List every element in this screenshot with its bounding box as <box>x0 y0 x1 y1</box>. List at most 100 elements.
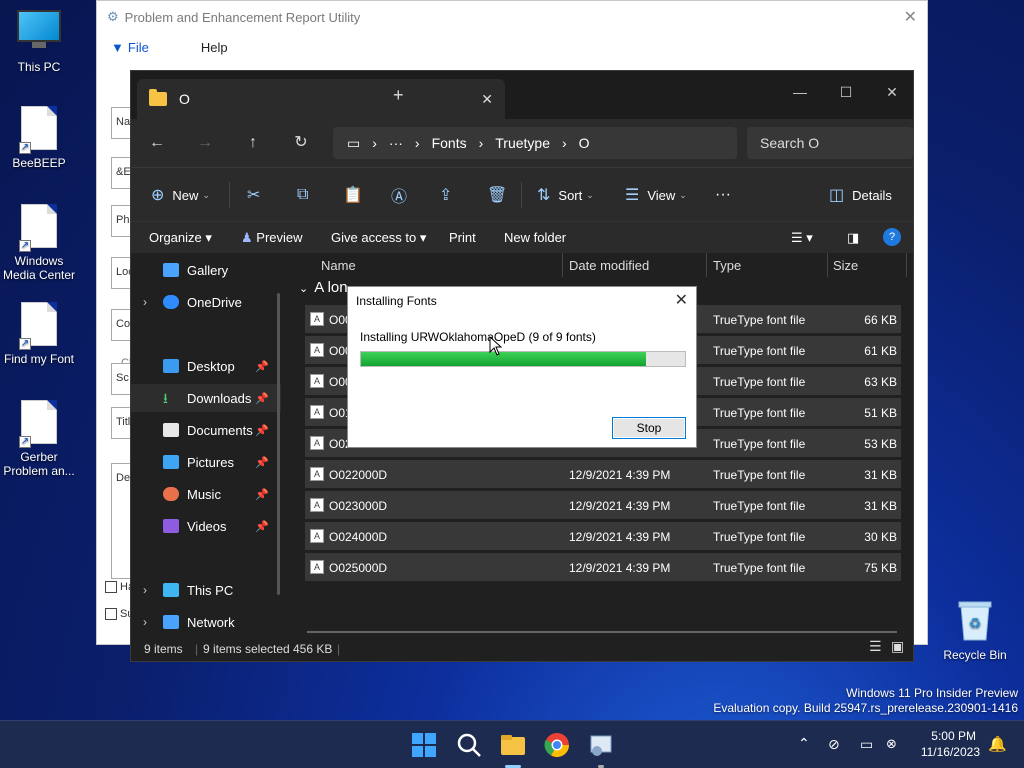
sort-button[interactable]: ⇅ Sort ⌄ <box>537 183 594 207</box>
share-icon[interactable]: ⇪ <box>439 183 460 207</box>
nav-item-documents[interactable]: Documents 📌 <box>131 416 281 444</box>
file-shortcut-icon: ↗ <box>17 302 61 350</box>
table-row[interactable]: A O022000D 12/9/2021 4:39 PM TrueType font … <box>305 460 901 488</box>
chevron-up-icon[interactable]: ⌃ <box>798 735 810 752</box>
print-button[interactable]: Print <box>449 230 476 245</box>
tab-o[interactable]: O ✕ <box>137 79 505 119</box>
details-button[interactable]: ◫ Details <box>829 183 892 207</box>
nav-item-this-pc[interactable]: › This PC <box>131 576 281 604</box>
nav-item-downloads[interactable]: ⭳ Downloads 📌 <box>131 384 281 412</box>
nav-item-onedrive[interactable]: › OneDrive <box>131 288 281 316</box>
desktop-icon-label: Gerber Problem an... <box>3 450 75 478</box>
organize-button[interactable]: Organize ▾ <box>149 230 212 246</box>
desktop-icon-find-my-font[interactable]: ↗ Find my Font <box>0 302 78 366</box>
group-header[interactable]: ⌄ A lon <box>299 279 348 296</box>
copy-icon[interactable]: ⧉ <box>297 183 316 207</box>
nav-item-pictures[interactable]: Pictures 📌 <box>131 448 281 476</box>
desktop-icon-this-pc[interactable]: This PC <box>0 10 78 74</box>
cut-icon[interactable]: ✂ <box>247 183 268 207</box>
report-utility-icon[interactable] <box>587 731 615 768</box>
desktop-icon-recycle-bin[interactable]: ♻ Recycle Bin <box>936 598 1014 662</box>
file-name: O025000D <box>329 561 388 575</box>
computer-icon <box>17 10 61 56</box>
close-icon[interactable]: ✕ <box>904 7 917 27</box>
menu-file[interactable]: ▼ File <box>111 40 175 55</box>
preview-pane-icon[interactable]: ◨ <box>847 230 859 246</box>
windows-start-icon[interactable] <box>410 731 438 759</box>
give-access-button[interactable]: Give access to ▾ <box>331 230 426 246</box>
refresh-icon[interactable]: ↻ <box>289 131 313 155</box>
folder-icon <box>149 89 167 106</box>
view-options-icon[interactable]: ☰ ▾ <box>791 230 813 246</box>
details-view-icon[interactable]: ☰ <box>869 638 882 655</box>
forward-arrow-icon[interactable]: → <box>193 131 217 155</box>
file-size: 66 KB <box>864 313 897 327</box>
table-row[interactable]: A O023000D 12/9/2021 4:39 PM TrueType font … <box>305 491 901 519</box>
volume-muted-icon[interactable]: ⊗ <box>886 736 897 752</box>
column-size[interactable]: Size <box>833 258 858 273</box>
up-arrow-icon[interactable]: ↑ <box>241 131 265 155</box>
column-type[interactable]: Type <box>713 258 741 273</box>
file-type: TrueType font file <box>713 313 806 327</box>
display-icon[interactable]: ▭ <box>860 736 873 753</box>
help-icon[interactable]: ? <box>883 228 901 246</box>
preview-button[interactable]: ♟ Preview <box>241 230 303 246</box>
close-icon[interactable]: ✕ <box>675 290 688 310</box>
clock-date[interactable]: 11/16/2023 <box>912 745 980 759</box>
chrome-icon[interactable] <box>543 731 571 759</box>
breadcrumb-truetype[interactable]: Truetype <box>495 135 550 151</box>
back-arrow-icon[interactable]: ← <box>145 131 169 155</box>
clock-time[interactable]: 5:00 PM <box>920 729 976 743</box>
network-disconnected-icon[interactable]: ⊘ <box>828 736 840 753</box>
chevron-right-icon: › <box>143 615 147 629</box>
file-shortcut-icon: ↗ <box>17 400 61 448</box>
status-size: 456 KB <box>293 642 333 656</box>
view-button[interactable]: ☰ View ⌄ <box>625 183 687 207</box>
new-folder-button[interactable]: New folder <box>504 230 566 245</box>
search-icon[interactable] <box>455 731 483 759</box>
file-size: 61 KB <box>864 344 897 358</box>
tiles-view-icon[interactable]: ▣ <box>891 638 904 655</box>
new-button[interactable]: ⊕ New ⌄ <box>151 183 210 207</box>
nav-item-desktop[interactable]: Desktop 📌 <box>131 352 281 380</box>
breadcrumb-fonts[interactable]: Fonts <box>432 135 467 151</box>
file-name: O023000D <box>329 499 388 513</box>
search-input[interactable]: Search O <box>747 127 913 159</box>
file-explorer-icon[interactable] <box>499 731 527 768</box>
column-name[interactable]: Name <box>321 258 356 273</box>
more-options-icon[interactable]: ··· <box>715 183 731 207</box>
rename-icon[interactable]: Ⓐ <box>391 183 415 207</box>
file-date: 12/9/2021 4:39 PM <box>569 468 671 482</box>
maximize-button[interactable]: ☐ <box>823 77 869 107</box>
command-bar: ⊕ New ⌄ ✂ ⧉ 📋 Ⓐ ⇪ 🗑 ⇅ Sort ⌄ ☰ View ⌄ ··· ◫ Det… <box>131 167 913 221</box>
file-name: O022000D <box>329 468 388 482</box>
horizontal-scrollbar[interactable] <box>307 631 897 633</box>
monitor-icon: ▭ <box>347 134 361 151</box>
breadcrumb-more[interactable]: ··· <box>389 135 403 151</box>
table-row[interactable]: A O025000D 12/9/2021 4:39 PM TrueType font … <box>305 553 901 581</box>
address-bar[interactable]: ▭ › ··· › Fonts › Truetype › O <box>333 127 737 159</box>
table-row[interactable]: A O024000D 12/9/2021 4:39 PM TrueType font … <box>305 522 901 550</box>
delete-icon[interactable]: 🗑 <box>487 183 515 207</box>
minimize-button[interactable]: — <box>777 77 823 107</box>
nav-item-gallery[interactable]: Gallery <box>131 256 281 284</box>
breadcrumb-o[interactable]: O <box>579 135 590 151</box>
nav-item-network[interactable]: › Network <box>131 608 281 636</box>
close-button[interactable]: ✕ <box>869 77 915 107</box>
nav-item-videos[interactable]: Videos 📌 <box>131 512 281 540</box>
notification-bell-icon[interactable]: 🔔 <box>988 735 1007 753</box>
desktop-icon-label: BeeBEEP <box>12 156 66 170</box>
pictures-icon <box>163 455 179 469</box>
column-date[interactable]: Date modified <box>569 258 649 273</box>
close-tab-icon[interactable]: ✕ <box>481 91 493 108</box>
desktop-icon-gerber[interactable]: ↗ Gerber Problem an... <box>0 400 78 478</box>
menu-help[interactable]: Help <box>201 40 228 55</box>
chevron-down-icon: ⌄ <box>299 283 309 295</box>
desktop-icon-beebeep[interactable]: ↗ BeeBEEP <box>0 106 78 170</box>
desktop-icon-windows-media-center[interactable]: ↗ Windows Media Center <box>0 204 78 282</box>
paste-icon[interactable]: 📋 <box>343 183 371 207</box>
nav-item-music[interactable]: Music 📌 <box>131 480 281 508</box>
stop-button[interactable]: Stop <box>612 417 686 439</box>
nav-scrollbar[interactable] <box>277 293 280 595</box>
new-tab-icon[interactable]: + <box>393 85 404 106</box>
